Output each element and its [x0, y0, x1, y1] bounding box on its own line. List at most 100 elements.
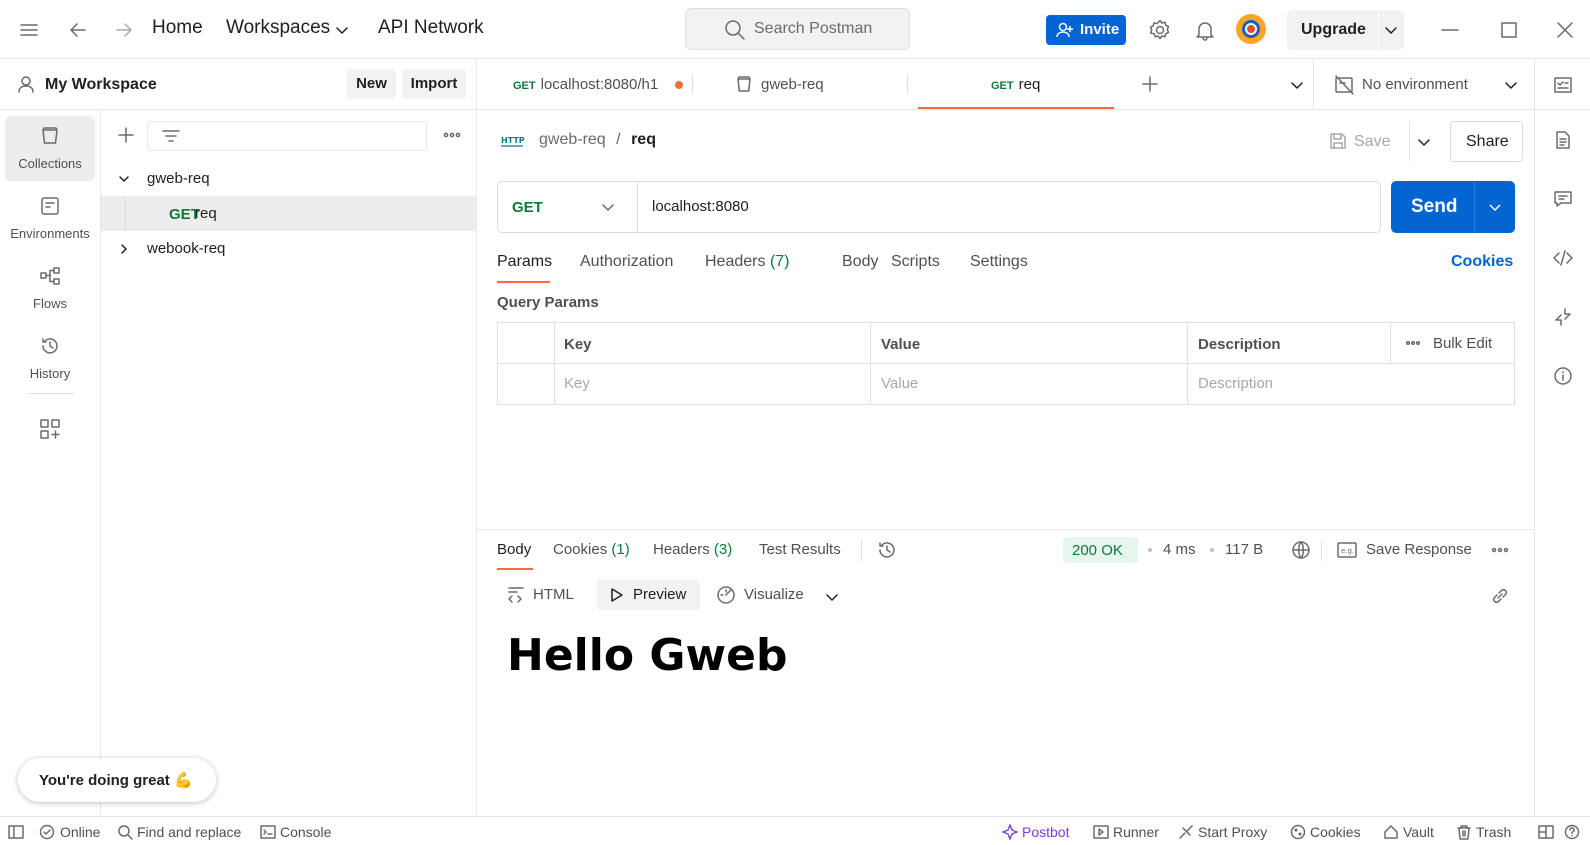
environment-quicklook-icon[interactable] — [1553, 75, 1573, 95]
tab-settings[interactable]: Settings — [970, 253, 1028, 271]
share-button[interactable]: Share — [1450, 121, 1523, 162]
status-badge[interactable]: 200 OK — [1063, 537, 1138, 563]
bell-icon[interactable] — [1194, 19, 1216, 41]
cookies-button[interactable]: Cookies — [1310, 824, 1361, 840]
send-button[interactable]: Send — [1391, 181, 1515, 233]
more-options-icon[interactable] — [442, 128, 462, 142]
response-size[interactable]: 117 B — [1225, 541, 1263, 558]
more-options-icon[interactable] — [1405, 337, 1421, 349]
chevron-down-icon[interactable] — [1290, 78, 1304, 92]
related-collections-icon[interactable] — [1553, 307, 1573, 327]
request-item-req[interactable]: GET req — [101, 196, 476, 231]
add-icon[interactable] — [117, 126, 135, 144]
import-button[interactable]: Import — [402, 69, 466, 99]
workspace-header: My Workspace New Import — [0, 59, 477, 110]
forward-arrow-icon[interactable] — [114, 20, 134, 40]
collection-item-gweb-req[interactable]: gweb-req — [101, 161, 476, 196]
environment-selector[interactable]: No environment — [1313, 59, 1534, 110]
value-input[interactable]: Value — [881, 375, 918, 392]
upgrade-button[interactable]: Upgrade — [1287, 10, 1404, 50]
response-time[interactable]: 4 ms — [1163, 541, 1196, 558]
menu-icon[interactable] — [19, 20, 39, 40]
back-arrow-icon[interactable] — [68, 20, 88, 40]
breadcrumb-collection[interactable]: gweb-req — [539, 131, 606, 148]
avatar[interactable] — [1236, 14, 1266, 44]
chevron-right-icon[interactable] — [118, 243, 130, 255]
tab-params[interactable]: Params — [497, 253, 552, 271]
nav-api-network[interactable]: API Network — [378, 17, 484, 39]
help-icon[interactable] — [1564, 824, 1580, 840]
maximize-icon[interactable] — [1499, 20, 1519, 40]
response-tab-body[interactable]: Body — [497, 541, 531, 558]
view-preview[interactable]: Preview — [597, 580, 700, 610]
response-tab-test-results[interactable]: Test Results — [759, 541, 841, 558]
save-button[interactable]: Save — [1354, 133, 1390, 151]
tab-authorization[interactable]: Authorization — [580, 253, 673, 271]
gear-icon[interactable] — [1149, 19, 1171, 41]
add-tab-icon[interactable] — [1141, 75, 1159, 93]
invite-button[interactable]: Invite — [1046, 15, 1126, 45]
description-input[interactable]: Description — [1198, 375, 1273, 392]
code-icon[interactable] — [1553, 248, 1573, 268]
console-button[interactable]: Console — [280, 824, 331, 840]
tab-req[interactable]: GET req — [918, 59, 1114, 109]
cookies-link[interactable]: Cookies — [1451, 253, 1513, 271]
tab-headers[interactable]: Headers (7) — [705, 253, 790, 271]
chevron-down-icon[interactable] — [118, 173, 130, 185]
new-button[interactable]: New — [347, 69, 396, 99]
layout-icon[interactable] — [1538, 824, 1554, 840]
chevron-down-icon[interactable] — [1417, 135, 1431, 149]
response-tab-headers-count: (3) — [713, 541, 733, 558]
breadcrumb-request[interactable]: req — [631, 131, 656, 148]
postbot-button[interactable]: Postbot — [1022, 824, 1069, 840]
documentation-icon[interactable] — [1553, 130, 1573, 150]
view-visualize[interactable]: Visualize — [744, 586, 804, 603]
response-tab-cookies[interactable]: Cookies (1) — [553, 541, 630, 558]
rail-item-history[interactable]: History — [5, 326, 95, 391]
chevron-down-icon[interactable] — [825, 590, 839, 604]
trash-button[interactable]: Trash — [1476, 824, 1511, 840]
filter-input[interactable] — [147, 121, 427, 151]
play-icon — [609, 587, 625, 603]
save-response-button[interactable]: Save Response — [1366, 541, 1472, 558]
toggle-sidebar-icon[interactable] — [8, 824, 24, 840]
tab-scripts[interactable]: Scripts — [891, 253, 940, 271]
workspace-name[interactable]: My Workspace — [45, 76, 157, 94]
link-icon[interactable] — [1490, 586, 1510, 606]
chevron-down-icon[interactable] — [601, 200, 615, 214]
search-input[interactable]: Search Postman — [685, 8, 910, 50]
response-tab-headers[interactable]: Headers (3) — [653, 541, 732, 558]
nav-workspaces[interactable]: Workspaces — [226, 17, 330, 39]
history-icon[interactable] — [877, 540, 897, 560]
collection-item-webook-req[interactable]: webook-req — [101, 231, 476, 266]
key-input[interactable]: Key — [564, 375, 590, 392]
tab-gweb-req[interactable]: gweb-req — [693, 59, 907, 109]
runner-button[interactable]: Runner — [1113, 824, 1159, 840]
chevron-down-icon[interactable] — [1488, 200, 1502, 214]
bulk-edit-button[interactable]: Bulk Edit — [1433, 335, 1492, 352]
online-status[interactable]: Online — [60, 824, 100, 840]
close-icon[interactable] — [1555, 20, 1575, 40]
add-apps-icon[interactable] — [39, 418, 61, 440]
url-input[interactable]: localhost:8080 — [652, 198, 749, 215]
chevron-down-icon[interactable] — [1504, 78, 1518, 92]
view-html[interactable]: HTML — [533, 586, 574, 603]
tab-localhost-h1[interactable]: GET localhost:8080/h1 — [477, 59, 692, 109]
tab-body[interactable]: Body — [842, 253, 878, 271]
minimize-icon[interactable] — [1440, 20, 1460, 40]
chevron-down-icon[interactable] — [335, 23, 349, 37]
info-icon[interactable] — [1553, 366, 1573, 386]
collection-name: gweb-req — [147, 170, 210, 187]
find-replace-button[interactable]: Find and replace — [137, 824, 241, 840]
nav-home[interactable]: Home — [152, 17, 203, 39]
more-options-icon[interactable] — [1490, 544, 1510, 556]
method-select[interactable]: GET — [512, 199, 543, 216]
rail-item-collections[interactable]: Collections — [5, 116, 95, 181]
start-proxy-button[interactable]: Start Proxy — [1198, 824, 1267, 840]
chevron-down-icon[interactable] — [1384, 23, 1398, 37]
vault-button[interactable]: Vault — [1403, 824, 1434, 840]
comments-icon[interactable] — [1553, 189, 1573, 209]
rail-item-environments[interactable]: Environments — [5, 186, 95, 251]
globe-icon[interactable] — [1291, 540, 1311, 560]
rail-item-flows[interactable]: Flows — [5, 256, 95, 321]
